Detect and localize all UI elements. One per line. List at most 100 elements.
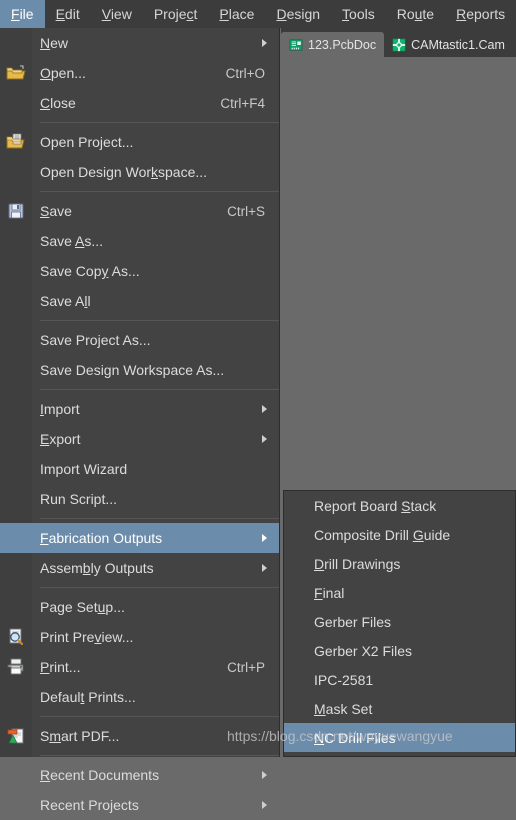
file-menu-item-run-script[interactable]: Run Script... [0, 484, 279, 514]
chevron-right-icon [262, 405, 267, 413]
fabrication-submenu-item-label: Report Board Stack [314, 497, 437, 514]
fabrication-submenu-item-report-board-stack[interactable]: Report Board Stack [284, 491, 515, 520]
file-menu-item-label: Page Setup... [40, 599, 125, 615]
file-menu-item-assembly-outputs[interactable]: Assembly Outputs [0, 553, 279, 583]
smart-pdf-icon [6, 727, 26, 745]
file-menu-item-recent-projects[interactable]: Recent Projects [0, 790, 279, 820]
file-menu-item-page-setup[interactable]: Page Setup... [0, 592, 279, 622]
menu-bar: File Edit View Project Place Design Tools Route… [0, 0, 516, 28]
file-menu-item-open[interactable]: Open... Ctrl+O [0, 58, 279, 88]
fabrication-submenu-item-nc-drill-files[interactable]: NC Drill Files [284, 723, 515, 752]
print-preview-icon [6, 628, 26, 646]
file-menu-item-import[interactable]: Import [0, 394, 279, 424]
file-menu-item-label: Run Script... [40, 491, 118, 507]
fabrication-submenu-item-label: Drill Drawings [314, 555, 401, 572]
file-menu-item-export[interactable]: Export [0, 424, 279, 454]
menu-separator [40, 518, 279, 519]
file-menu-item-label: Export [40, 431, 81, 447]
open-project-icon [6, 133, 26, 151]
menubar-item-file[interactable]: File [0, 0, 45, 28]
file-menu-item-label: Recent Projects [40, 797, 139, 813]
menu-separator [40, 191, 279, 192]
file-menu-item-smart-pdf[interactable]: Smart PDF... [0, 721, 279, 751]
fabrication-submenu-item-label: Composite Drill Guide [314, 526, 451, 543]
chevron-right-icon [262, 435, 267, 443]
file-menu-item-save[interactable]: Save Ctrl+S [0, 196, 279, 226]
file-menu-item-label: Open Project... [40, 134, 134, 150]
file-menu-item-label: Save Copy As... [40, 263, 140, 279]
document-tab-label: CAMtastic1.Cam [411, 37, 505, 52]
file-menu-item-print[interactable]: Print... Ctrl+P [0, 652, 279, 682]
document-tab-2[interactable]: CAMtastic1.Cam [384, 32, 513, 57]
printer-icon [6, 658, 26, 676]
file-menu-item-print-preview[interactable]: Print Preview... [0, 622, 279, 652]
file-menu-item-label: Save As... [40, 233, 104, 249]
fabrication-submenu-item-gerber-x2-files[interactable]: Gerber X2 Files [284, 636, 515, 665]
menubar-item-route[interactable]: Route [386, 0, 445, 28]
file-menu-item-label: Save Design Workspace As... [40, 362, 225, 378]
fabrication-submenu-item-ipc-2581[interactable]: IPC-2581 [284, 665, 515, 694]
file-menu-item-shortcut: Ctrl+O [225, 65, 265, 81]
fabrication-submenu-item-gerber-files[interactable]: Gerber Files [284, 607, 515, 636]
fabrication-submenu-item-label: Mask Set [314, 700, 373, 717]
file-menu-item-label: Save [40, 203, 72, 219]
file-menu-item-save-all[interactable]: Save All [0, 286, 279, 316]
menubar-item-edit[interactable]: Edit [45, 0, 91, 28]
file-menu-item-close[interactable]: Close Ctrl+F4 [0, 88, 279, 118]
file-menu-item-label: Open... [40, 65, 86, 81]
fabrication-submenu-item-drill-drawings[interactable]: Drill Drawings [284, 549, 515, 578]
menubar-item-project[interactable]: Project [143, 0, 209, 28]
file-menu-item-default-prints[interactable]: Default Prints... [0, 682, 279, 712]
file-menu-item-shortcut: Ctrl+S [227, 203, 265, 219]
fabrication-submenu-item-label: IPC-2581 [314, 671, 374, 688]
document-tab-strip: 123.PcbDoc CAMtastic1.Cam [281, 28, 516, 57]
file-menu-item-label: Save Project As... [40, 332, 151, 348]
save-disk-icon [6, 202, 26, 220]
fabrication-submenu-item-label: Gerber Files [314, 613, 392, 630]
file-menu-item-shortcut: Ctrl+F4 [220, 95, 265, 111]
document-tab-1[interactable]: 123.PcbDoc [281, 32, 385, 57]
file-menu-item-label: Recent Documents [40, 767, 160, 783]
menu-separator [40, 389, 279, 390]
fabrication-submenu-item-mask-set[interactable]: Mask Set [284, 694, 515, 723]
file-menu-item-label: Import [40, 401, 80, 417]
file-menu-item-label: Import Wizard [40, 461, 128, 477]
menu-separator [40, 755, 279, 756]
file-menu-item-save-as[interactable]: Save As... [0, 226, 279, 256]
file-menu-item-fabrication-outputs[interactable]: Fabrication Outputs [0, 523, 279, 553]
file-menu-item-save-project-as[interactable]: Save Project As... [0, 325, 279, 355]
file-menu-item-label: Fabrication Outputs [40, 530, 163, 546]
menubar-item-tools[interactable]: Tools [331, 0, 386, 28]
menubar-item-reports[interactable]: Reports [445, 0, 516, 28]
fabrication-outputs-submenu: Report Board Stack Composite Drill Guide D… [283, 490, 516, 757]
file-menu-item-open-project[interactable]: Open Project... [0, 127, 279, 157]
chevron-right-icon [262, 39, 267, 47]
file-menu-item-label: Smart PDF... [40, 728, 120, 744]
file-menu-dropdown: New Open... Ctrl+O Close Ctrl+F4 Open Project… [0, 28, 280, 813]
file-menu-item-save-design-workspace-as[interactable]: Save Design Workspace As... [0, 355, 279, 385]
file-menu-item-label: Open Design Workspace... [40, 164, 208, 180]
fabrication-submenu-item-final[interactable]: Final [284, 578, 515, 607]
file-menu-item-label: Assembly Outputs [40, 560, 154, 576]
chevron-right-icon [262, 771, 267, 779]
menubar-item-view[interactable]: View [91, 0, 143, 28]
fabrication-submenu-item-composite-drill-guide[interactable]: Composite Drill Guide [284, 520, 515, 549]
file-menu-item-label: Save All [40, 293, 91, 309]
camtastic-document-icon [392, 38, 406, 52]
file-menu-item-label: Close [40, 95, 76, 111]
file-menu-item-save-copy-as[interactable]: Save Copy As... [0, 256, 279, 286]
file-menu-item-recent-documents[interactable]: Recent Documents [0, 760, 279, 790]
fabrication-submenu-item-label: Gerber X2 Files [314, 642, 413, 659]
chevron-right-icon [262, 801, 267, 809]
pcb-document-icon [289, 38, 303, 52]
file-menu-item-label: Print... [40, 659, 81, 675]
menu-separator [40, 320, 279, 321]
file-menu-item-new[interactable]: New [0, 28, 279, 58]
open-folder-icon [6, 64, 26, 82]
chevron-right-icon [262, 534, 267, 542]
menubar-item-design[interactable]: Design [265, 0, 331, 28]
fabrication-submenu-item-label: NC Drill Files [314, 729, 396, 746]
menubar-item-place[interactable]: Place [208, 0, 265, 28]
file-menu-item-import-wizard[interactable]: Import Wizard [0, 454, 279, 484]
file-menu-item-open-design-workspace[interactable]: Open Design Workspace... [0, 157, 279, 187]
